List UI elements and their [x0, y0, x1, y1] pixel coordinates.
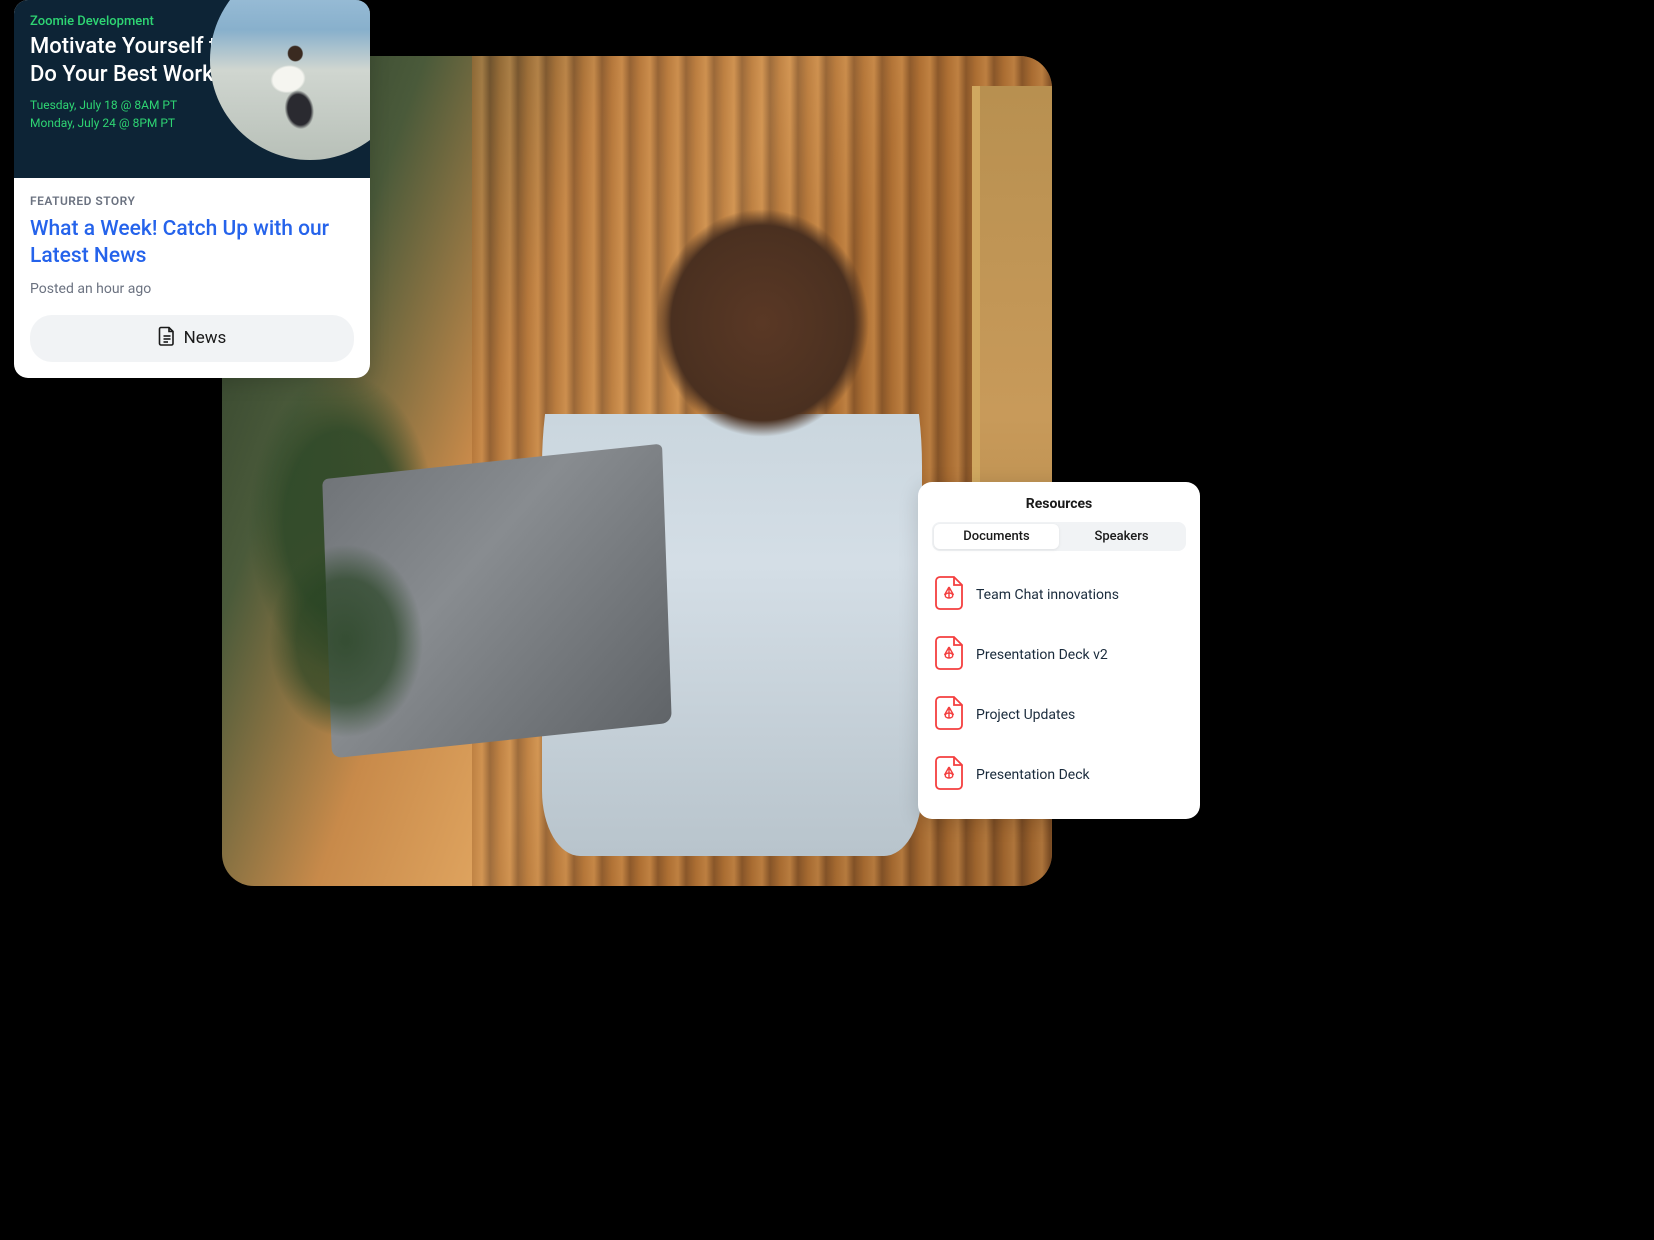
resource-item-3[interactable]: Presentation Deck [932, 745, 1186, 805]
resources-panel: Resources Documents Speakers Team Chat i… [918, 482, 1200, 819]
pdf-icon [934, 755, 964, 795]
resources-title: Resources [932, 496, 1186, 512]
resource-label: Presentation Deck v2 [976, 647, 1108, 663]
featured-posted-time: Posted an hour ago [30, 281, 354, 297]
resource-label: Presentation Deck [976, 767, 1090, 783]
tab-documents[interactable]: Documents [934, 524, 1059, 549]
resource-item-0[interactable]: Team Chat innovations [932, 565, 1186, 625]
resource-label: Team Chat innovations [976, 587, 1119, 603]
story-hero-banner: Zoomie Development Motivate Yourself to … [14, 0, 370, 178]
decorative-runner-figure [230, 29, 361, 147]
document-icon [158, 326, 176, 351]
pdf-icon [934, 695, 964, 735]
story-hero-circle-image [210, 0, 370, 160]
resources-list: Team Chat innovations Presentation Deck … [932, 565, 1186, 805]
featured-story-card: Zoomie Development Motivate Yourself to … [14, 0, 370, 378]
news-button-label: News [184, 328, 227, 348]
featured-label: FEATURED STORY [30, 194, 354, 208]
resources-segmented-control: Documents Speakers [932, 522, 1186, 551]
tab-speakers[interactable]: Speakers [1059, 524, 1184, 549]
decorative-laptop [322, 444, 672, 759]
resource-item-1[interactable]: Presentation Deck v2 [932, 625, 1186, 685]
pdf-icon [934, 635, 964, 675]
news-button[interactable]: News [30, 315, 354, 362]
resource-item-2[interactable]: Project Updates [932, 685, 1186, 745]
pdf-icon [934, 575, 964, 615]
story-body: FEATURED STORY What a Week! Catch Up wit… [14, 178, 370, 378]
featured-story-title[interactable]: What a Week! Catch Up with our Latest Ne… [30, 216, 354, 271]
resource-label: Project Updates [976, 707, 1075, 723]
